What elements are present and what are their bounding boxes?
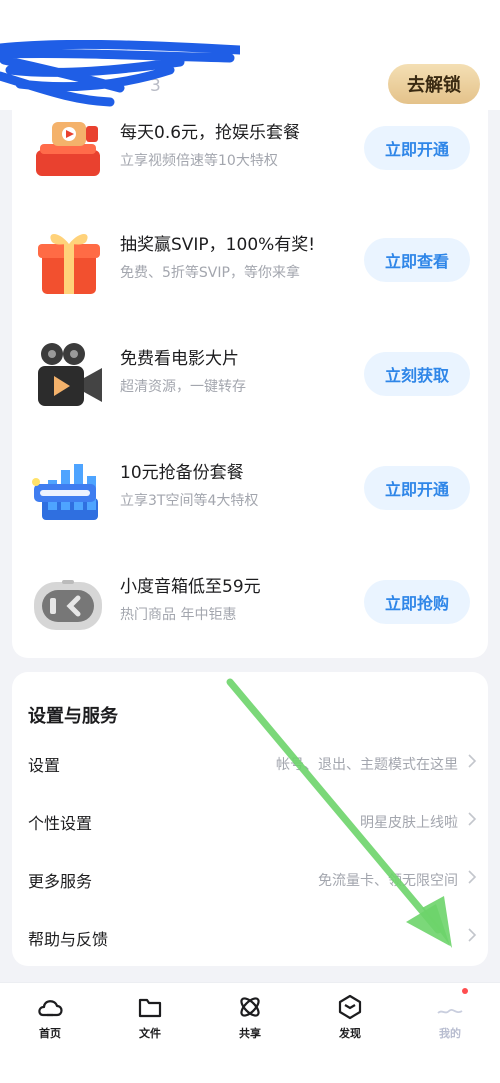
- promo-item[interactable]: 每天0.6元，抢娱乐套餐 立享视频倍速等10大特权 立即开通: [12, 110, 488, 190]
- tab-discover[interactable]: 发现: [310, 989, 390, 1059]
- chevron-right-icon: [468, 754, 477, 768]
- settings-services-card: 设置与服务 设置 帐号、退出、主题模式在这里 个性设置 明星皮肤上线啦 更多服务…: [12, 672, 488, 966]
- tab-label: 我的: [439, 1027, 461, 1040]
- promo-item[interactable]: 抽奖赢SVIP，100%有奖! 免费、5折等SVIP，等你来拿 立即查看: [12, 222, 488, 302]
- settings-row-help-feedback[interactable]: 帮助与反馈: [12, 914, 488, 964]
- tab-label: 文件: [139, 1027, 161, 1040]
- movie-camera-icon: [38, 343, 102, 406]
- promo-title: 小度音箱低至59元: [120, 577, 261, 597]
- tab-files[interactable]: 文件: [110, 989, 190, 1059]
- tab-label: 发现: [339, 1027, 361, 1040]
- promo-subtitle: 立享3T空间等4大特权: [120, 493, 259, 509]
- promo-title: 每天0.6元，抢娱乐套餐: [120, 123, 301, 143]
- redaction-scribble: [0, 40, 240, 107]
- row-description: 明星皮肤上线啦: [360, 815, 458, 831]
- promo-action-button[interactable]: 立即开通: [364, 126, 470, 170]
- share-atom-icon: [240, 997, 260, 1017]
- settings-row-settings[interactable]: 设置 帐号、退出、主题模式在这里: [12, 740, 488, 790]
- notification-dot: [462, 988, 468, 994]
- tab-label: 共享: [239, 1027, 261, 1040]
- promo-action-button[interactable]: 立即开通: [364, 466, 470, 510]
- gift-box-icon: [38, 234, 100, 294]
- promo-action-button[interactable]: 立即抢购: [364, 580, 470, 624]
- tab-label: 首页: [39, 1027, 61, 1040]
- promo-item[interactable]: 小度音箱低至59元 热门商品 年中钜惠 立即抢购: [12, 564, 488, 644]
- backup-package-icon: [32, 464, 98, 520]
- section-title: 设置与服务: [28, 706, 118, 727]
- row-description: 帐号、退出、主题模式在这里: [276, 757, 458, 773]
- promo-title: 10元抢备份套餐: [120, 463, 244, 483]
- header: 3 去解锁: [0, 0, 500, 110]
- chevron-right-icon: [468, 870, 477, 884]
- tab-profile[interactable]: 我的: [410, 989, 490, 1059]
- promo-title: 抽奖赢SVIP，100%有奖!: [120, 235, 316, 255]
- bottom-tab-bar: 首页 文件 共享 发现 我的: [0, 982, 500, 1083]
- tab-share[interactable]: 共享: [210, 989, 290, 1059]
- settings-row-personalization[interactable]: 个性设置 明星皮肤上线啦: [12, 798, 488, 848]
- unlock-button[interactable]: 去解锁: [388, 64, 480, 104]
- profile-icon: [437, 1008, 463, 1014]
- settings-row-more-services[interactable]: 更多服务 免流量卡、领无限空间: [12, 856, 488, 906]
- promo-subtitle: 立享视频倍速等10大特权: [120, 153, 278, 169]
- cloud-home-icon: [38, 1000, 63, 1017]
- promo-subtitle: 热门商品 年中钜惠: [120, 607, 237, 623]
- promotions-card: 每天0.6元，抢娱乐套餐 立享视频倍速等10大特权 立即开通 抽奖赢SVIP，1…: [12, 110, 488, 658]
- row-label: 个性设置: [28, 814, 93, 833]
- chevron-right-icon: [468, 812, 477, 826]
- row-description: 免流量卡、领无限空间: [318, 873, 458, 889]
- folder-icon: [138, 998, 162, 1018]
- row-label: 设置: [28, 756, 61, 775]
- promo-item[interactable]: 10元抢备份套餐 立享3T空间等4大特权 立即开通: [12, 450, 488, 530]
- chevron-right-icon: [468, 928, 477, 942]
- row-label: 更多服务: [28, 872, 93, 891]
- row-label: 帮助与反馈: [28, 930, 109, 949]
- smart-speaker-icon: [34, 580, 102, 630]
- promo-title: 免费看电影大片: [120, 349, 239, 369]
- promo-action-button[interactable]: 立刻获取: [364, 352, 470, 396]
- promo-item[interactable]: 免费看电影大片 超清资源，一键转存 立刻获取: [12, 336, 488, 416]
- promo-action-button[interactable]: 立即查看: [364, 238, 470, 282]
- promo-subtitle: 免费、5折等SVIP，等你来拿: [120, 265, 300, 281]
- promo-subtitle: 超清资源，一键转存: [120, 379, 246, 395]
- tab-home[interactable]: 首页: [10, 989, 90, 1059]
- video-camera-gift-icon: [36, 122, 100, 176]
- discover-cube-icon: [338, 994, 362, 1020]
